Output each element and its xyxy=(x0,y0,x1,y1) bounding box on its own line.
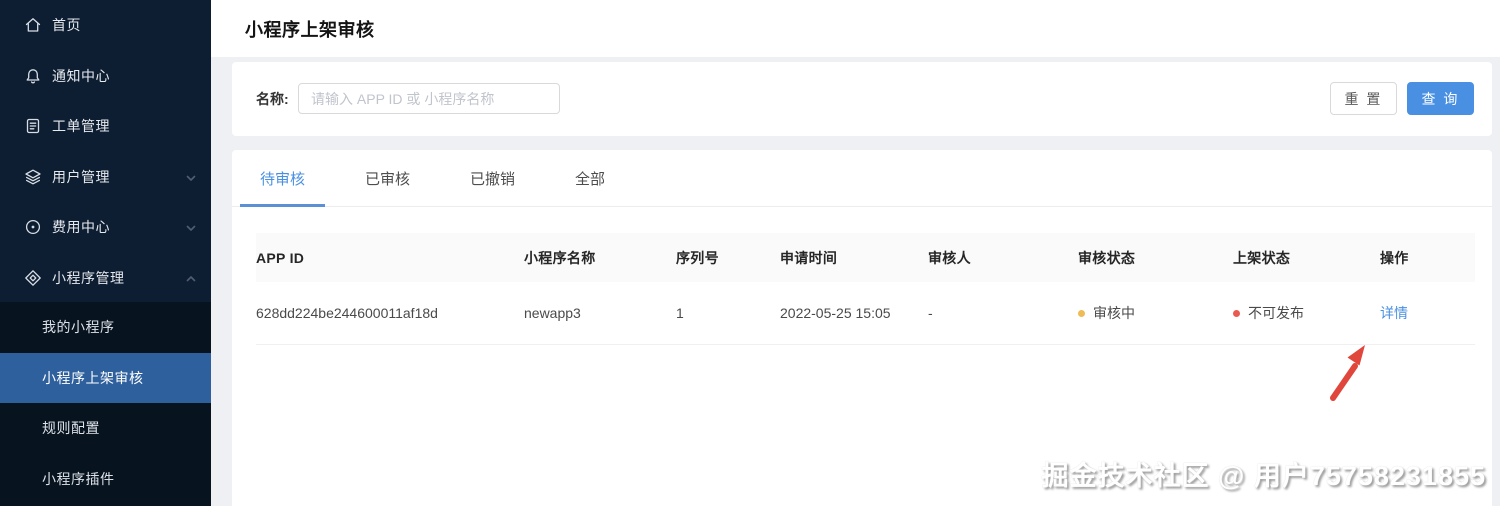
tab-reviewed[interactable]: 已审核 xyxy=(345,150,430,206)
tab-pending-review[interactable]: 待审核 xyxy=(240,150,326,207)
tab-label: 已撤销 xyxy=(470,170,516,188)
sidebar-subitem-my-miniprograms[interactable]: 我的小程序 xyxy=(0,302,211,353)
tab-all[interactable]: 全部 xyxy=(555,150,625,206)
sidebar-item-users[interactable]: 用户管理 xyxy=(0,152,211,203)
page-header: 小程序上架审核 xyxy=(211,0,1500,57)
reset-button[interactable]: 重 置 xyxy=(1330,82,1397,115)
column-header-publish-status: 上架状态 xyxy=(1233,233,1380,282)
chevron-down-icon xyxy=(185,171,197,183)
sidebar-item-workorders[interactable]: 工单管理 xyxy=(0,101,211,152)
publish-status-dot xyxy=(1233,310,1240,317)
sidebar-subitem-rule-config[interactable]: 规则配置 xyxy=(0,403,211,454)
page-title: 小程序上架审核 xyxy=(245,19,375,40)
filter-panel: 名称: 重 置 查 询 xyxy=(232,62,1492,136)
watermark-text: 掘金技术社区 @ 用户75758231855 xyxy=(1041,461,1486,491)
sidebar-item-home[interactable]: 首页 xyxy=(0,0,211,51)
name-filter-label: 名称: xyxy=(256,91,289,107)
column-header-reviewer: 审核人 xyxy=(928,233,1078,282)
review-table: APP ID 小程序名称 序列号 申请时间 审核人 审核状态 上架状态 操作 6… xyxy=(256,233,1475,345)
cell-appid: 628dd224be244600011af18d xyxy=(256,282,524,345)
sidebar-item-label: 通知中心 xyxy=(52,67,110,84)
sidebar-item-label: 首页 xyxy=(52,17,81,34)
target-icon xyxy=(24,218,42,236)
sidebar-subitem-listing-review[interactable]: 小程序上架审核 xyxy=(0,352,211,403)
sidebar-item-notifications[interactable]: 通知中心 xyxy=(0,51,211,102)
name-filter-input[interactable] xyxy=(298,83,560,114)
sidebar-item-label: 工单管理 xyxy=(52,118,110,135)
table-header-row: APP ID 小程序名称 序列号 申请时间 审核人 审核状态 上架状态 操作 xyxy=(256,233,1475,282)
sidebar: 首页 通知中心 工单管理 用户管理 费用中心 小程序管理 我的小程序 小程序上架… xyxy=(0,0,211,506)
sidebar-subitem-label: 规则配置 xyxy=(42,420,100,437)
cell-review-status: 审核中 xyxy=(1078,282,1233,345)
diamond-icon xyxy=(24,269,42,287)
column-header-name: 小程序名称 xyxy=(524,233,676,282)
cell-reviewer: - xyxy=(928,282,1078,345)
sidebar-item-label: 用户管理 xyxy=(52,168,110,185)
cell-publish-status: 不可发布 xyxy=(1233,282,1380,345)
home-icon xyxy=(24,16,42,34)
sidebar-submenu: 我的小程序 小程序上架审核 规则配置 小程序插件 xyxy=(0,302,211,506)
chevron-up-icon xyxy=(185,272,197,284)
detail-link[interactable]: 详情 xyxy=(1380,305,1408,321)
cell-name: newapp3 xyxy=(524,282,676,345)
cell-action: 详情 xyxy=(1380,282,1475,345)
publish-status-text: 不可发布 xyxy=(1248,305,1304,321)
layers-icon xyxy=(24,168,42,186)
cell-apply-time: 2022-05-25 15:05 xyxy=(780,282,928,345)
sidebar-item-label: 费用中心 xyxy=(52,219,110,236)
main-content: 小程序上架审核 名称: 重 置 查 询 待审核 已审核 已撤销 全部 xyxy=(211,0,1500,506)
review-status-text: 审核中 xyxy=(1093,305,1135,321)
review-status-dot xyxy=(1078,310,1085,317)
sidebar-subitem-label: 小程序插件 xyxy=(42,470,115,487)
column-header-review-status: 审核状态 xyxy=(1078,233,1233,282)
tab-revoked[interactable]: 已撤销 xyxy=(450,150,535,206)
review-table-panel: 待审核 已审核 已撤销 全部 APP ID 小程序名称 序列号 申请时间 审核人… xyxy=(232,150,1492,506)
sidebar-subitem-label: 小程序上架审核 xyxy=(42,369,144,386)
app-root: 首页 通知中心 工单管理 用户管理 费用中心 小程序管理 我的小程序 小程序上架… xyxy=(0,0,1500,506)
sidebar-item-billing[interactable]: 费用中心 xyxy=(0,202,211,253)
column-header-actions: 操作 xyxy=(1380,233,1475,282)
sidebar-subitem-label: 我的小程序 xyxy=(42,319,115,336)
bell-icon xyxy=(24,67,42,85)
table-row: 628dd224be244600011af18d newapp3 1 2022-… xyxy=(256,282,1475,345)
chevron-down-icon xyxy=(185,221,197,233)
tab-label: 待审核 xyxy=(260,170,306,188)
tab-label: 全部 xyxy=(575,170,606,188)
query-button[interactable]: 查 询 xyxy=(1407,82,1474,115)
sidebar-subitem-plugins[interactable]: 小程序插件 xyxy=(0,454,211,505)
column-header-serial: 序列号 xyxy=(676,233,780,282)
sidebar-item-miniprogram[interactable]: 小程序管理 xyxy=(0,253,211,304)
tab-label: 已审核 xyxy=(365,170,411,188)
status-tabs: 待审核 已审核 已撤销 全部 xyxy=(232,150,1492,207)
column-header-appid: APP ID xyxy=(256,233,524,282)
cell-serial: 1 xyxy=(676,282,780,345)
clipboard-icon xyxy=(24,117,42,135)
column-header-apply-time: 申请时间 xyxy=(780,233,928,282)
sidebar-item-label: 小程序管理 xyxy=(52,269,125,286)
